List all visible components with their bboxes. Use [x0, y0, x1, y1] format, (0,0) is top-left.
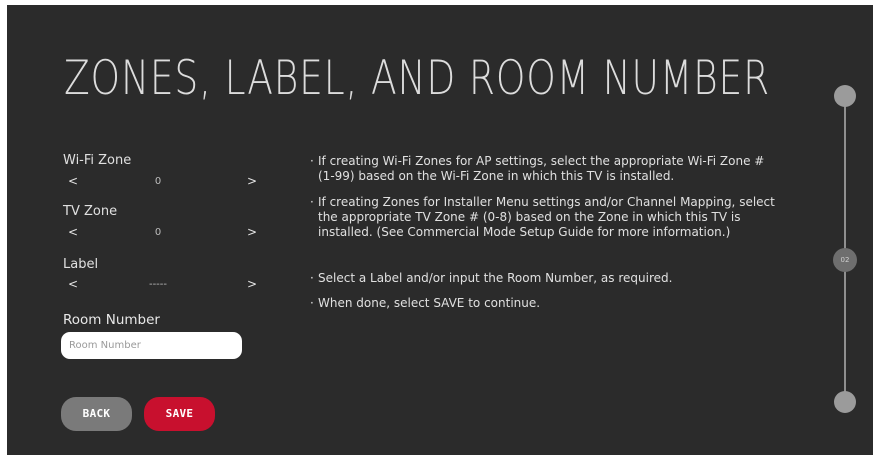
label-next-arrow-icon[interactable]: > — [247, 277, 257, 291]
instruction-text: If creating Wi-Fi Zones for AP settings,… — [318, 154, 765, 183]
instruction-item: · If creating Zones for Installer Menu s… — [310, 195, 780, 240]
back-button[interactable]: BACK — [61, 397, 132, 431]
instruction-item: · If creating Wi-Fi Zones for AP setting… — [310, 154, 780, 184]
progress-step-dot — [834, 391, 856, 413]
instruction-text: If creating Zones for Installer Menu set… — [318, 195, 775, 239]
progress-step-dot — [834, 85, 856, 107]
tv-zone-label: TV Zone — [63, 204, 118, 219]
instruction-text: Select a Label and/or input the Room Num… — [318, 271, 673, 285]
save-button[interactable]: SAVE — [144, 397, 215, 431]
label-selector[interactable]: < ----- > — [63, 277, 263, 293]
progress-current-step: 02 — [833, 248, 857, 272]
instruction-item: · When done, select SAVE to continue. — [310, 296, 780, 311]
label-value: ----- — [148, 279, 168, 290]
label-field-label: Label — [63, 257, 99, 272]
wifi-zone-label: Wi-Fi Zone — [63, 153, 132, 168]
page-title: ZONES, LABEL, AND ROOM NUMBER — [64, 51, 771, 106]
room-number-label: Room Number — [63, 312, 160, 328]
bullet-icon: · — [310, 154, 314, 168]
setup-screen: ZONES, LABEL, AND ROOM NUMBER Wi-Fi Zone… — [7, 5, 873, 455]
wifi-zone-prev-arrow-icon[interactable]: < — [68, 174, 78, 188]
instruction-text: When done, select SAVE to continue. — [318, 296, 541, 310]
tv-zone-prev-arrow-icon[interactable]: < — [68, 225, 78, 239]
label-prev-arrow-icon[interactable]: < — [68, 277, 78, 291]
bullet-icon: · — [310, 296, 314, 310]
tv-zone-next-arrow-icon[interactable]: > — [247, 225, 257, 239]
wifi-zone-value: 0 — [154, 176, 162, 187]
wifi-zone-selector[interactable]: < 0 > — [63, 174, 263, 190]
tv-zone-selector[interactable]: < 0 > — [63, 225, 263, 241]
bullet-icon: · — [310, 195, 314, 209]
bullet-icon: · — [310, 271, 314, 285]
instruction-item: · Select a Label and/or input the Room N… — [310, 271, 780, 286]
room-number-input[interactable] — [61, 332, 242, 359]
tv-zone-value: 0 — [154, 227, 162, 238]
wifi-zone-next-arrow-icon[interactable]: > — [247, 174, 257, 188]
